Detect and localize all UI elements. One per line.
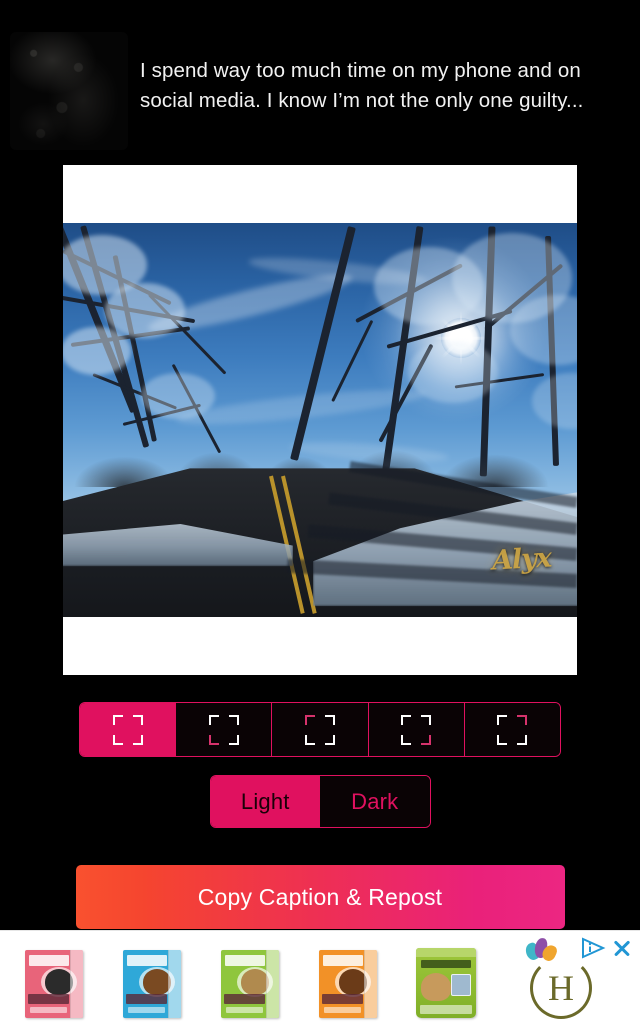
adchoices-icon[interactable]: [580, 936, 606, 959]
sun: [433, 310, 488, 365]
photo-ground: [63, 424, 577, 617]
ad-product-1[interactable]: [12, 938, 96, 1018]
photo-watermark: Alyx: [491, 542, 552, 577]
preview-card-wrapper: Alyx: [0, 165, 640, 675]
ad-close-icon[interactable]: [610, 936, 634, 960]
avatar: [10, 32, 128, 150]
frame-style-selector[interactable]: [79, 702, 561, 757]
post-caption: I spend way too much time on my phone an…: [140, 59, 584, 112]
crop-frame-icon: [401, 714, 432, 745]
adchoices-triangle-icon: [582, 936, 606, 959]
ad-product-strip[interactable]: [0, 938, 512, 1018]
app-root: I spend way too much time on my phone an…: [0, 0, 640, 1024]
ad-product-2[interactable]: [110, 938, 194, 1018]
frame-option-5[interactable]: [464, 703, 560, 756]
crop-frame-icon: [305, 714, 335, 745]
frame-option-4[interactable]: [368, 703, 465, 756]
tone-option-dark[interactable]: Dark: [320, 776, 430, 827]
ad-logo-letter: H: [548, 967, 574, 1008]
frame-option-2[interactable]: [176, 703, 273, 756]
tone-option-light[interactable]: Light: [210, 776, 320, 827]
ad-brand-logo: H: [530, 956, 592, 1019]
crop-frame-icon: [112, 714, 143, 745]
copy-caption-and-repost-button[interactable]: Copy Caption & Repost: [75, 865, 565, 929]
tone-toggle[interactable]: Light Dark: [209, 775, 431, 828]
post-header: I spend way too much time on my phone an…: [0, 0, 640, 165]
crop-frame-icon: [208, 714, 239, 745]
ad-banner[interactable]: H: [0, 930, 640, 1024]
crop-frame-icon: [497, 714, 528, 745]
preview-photo: Alyx: [63, 223, 577, 617]
ad-product-3[interactable]: [208, 938, 292, 1018]
ad-controls: H: [512, 931, 640, 1024]
preview-card[interactable]: Alyx: [63, 165, 577, 675]
frame-option-1[interactable]: [80, 703, 177, 756]
ad-product-4[interactable]: [306, 938, 390, 1018]
frame-option-3[interactable]: [272, 703, 369, 756]
ad-product-5[interactable]: [404, 938, 488, 1018]
